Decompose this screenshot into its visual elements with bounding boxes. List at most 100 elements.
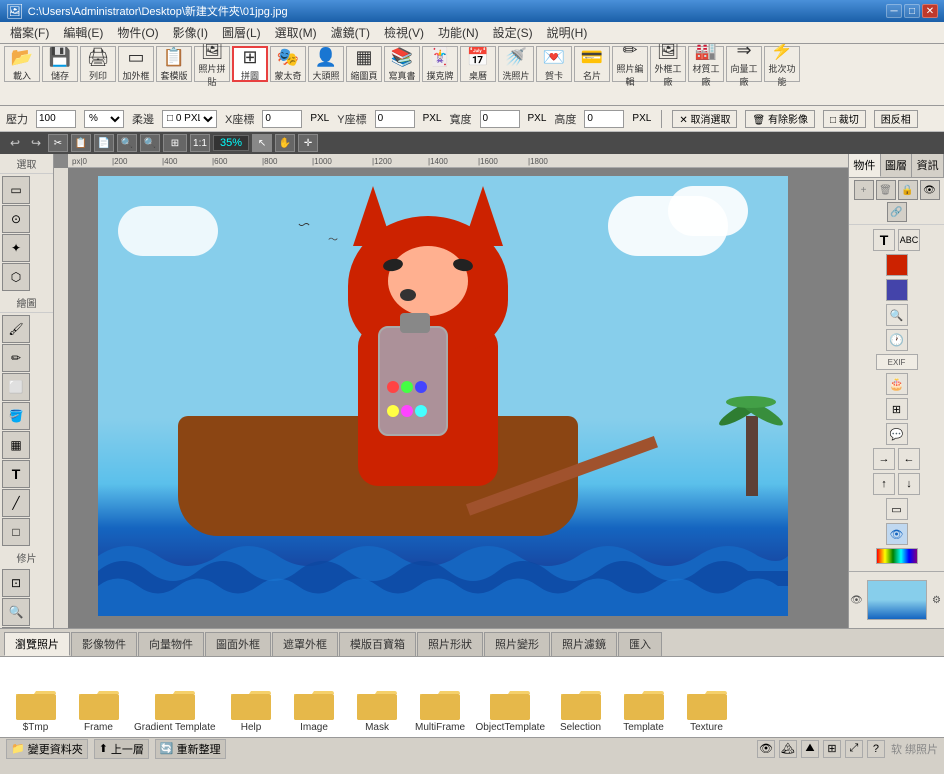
- paste-btn[interactable]: 📄: [94, 134, 114, 152]
- ri-bubble-btn[interactable]: 💬: [886, 423, 908, 445]
- bottom-tab-模版百寶箱[interactable]: 模版百寶箱: [339, 632, 416, 656]
- fit-btn[interactable]: ⊞: [163, 134, 187, 152]
- status-mountain2-btn[interactable]: ⛰: [801, 740, 819, 758]
- ri-abc-btn[interactable]: ABC: [898, 229, 920, 251]
- lasso-tool[interactable]: ⊙: [2, 205, 30, 233]
- folder-ObjectTemplate[interactable]: ObjectTemplate: [476, 686, 545, 733]
- bottom-tab-向量物件[interactable]: 向量物件: [138, 632, 204, 656]
- toolbar-btn-桌曆[interactable]: 📅桌曆: [460, 46, 496, 82]
- toolbar-btn-照片拼貼[interactable]: 🖼照片拼貼: [194, 46, 230, 82]
- height-input[interactable]: [584, 110, 624, 128]
- bottom-tab-照片變形[interactable]: 照片變形: [484, 632, 550, 656]
- folder-$Tmp[interactable]: $Tmp: [8, 686, 63, 733]
- bottom-tab-遮罩外框[interactable]: 遮罩外框: [272, 632, 338, 656]
- menu-item-l[interactable]: 圖層(L): [216, 22, 267, 43]
- brush-tool[interactable]: 🖌: [2, 315, 30, 343]
- toolbar-btn-載入[interactable]: 📂載入: [4, 46, 40, 82]
- toolbar-btn-列印[interactable]: 🖨列印: [80, 46, 116, 82]
- ri-exif-btn[interactable]: EXIF: [876, 354, 918, 370]
- ri-border-btn[interactable]: ▭: [886, 498, 908, 520]
- zoom-out-btn[interactable]: 🔍: [140, 134, 160, 152]
- folder-MultiFrame[interactable]: MultiFrame: [413, 686, 468, 733]
- layer-settings-btn[interactable]: ⚙: [929, 592, 944, 608]
- ri-color-red[interactable]: [886, 254, 908, 276]
- toolbar-btn-材質工廠[interactable]: 🏭材質工廠: [688, 46, 724, 82]
- folder-Help[interactable]: Help: [224, 686, 279, 733]
- ri-arrow-left-btn[interactable]: ←: [898, 448, 920, 470]
- toolbar-btn-儲存[interactable]: 💾儲存: [42, 46, 78, 82]
- ri-grid-btn[interactable]: ⊞: [886, 398, 908, 420]
- menu-item-e[interactable]: 編輯(E): [57, 22, 109, 43]
- pan-tool-btn[interactable]: ✋: [275, 134, 295, 152]
- rt-lock-btn[interactable]: 🔒: [898, 180, 918, 200]
- toolbar-btn-寫真書[interactable]: 📚寫真書: [384, 46, 420, 82]
- bottom-tab-照片形狀[interactable]: 照片形狀: [417, 632, 483, 656]
- toolbar-btn-外框工廠[interactable]: 🖼外框工廠: [650, 46, 686, 82]
- ri-arrow-right-btn[interactable]: →: [873, 448, 895, 470]
- undo-btn[interactable]: ↩: [6, 134, 24, 152]
- ri-color-gradient[interactable]: [876, 548, 918, 564]
- folder-Selection[interactable]: Selection: [553, 686, 608, 733]
- toolbar-btn-加外框[interactable]: ▭加外框: [118, 46, 154, 82]
- crop-tool[interactable]: ⊡: [2, 569, 30, 597]
- canvas-scroll[interactable]: 〜 〜: [68, 168, 848, 628]
- tab-info[interactable]: 資訊: [912, 154, 944, 177]
- cut-btn[interactable]: ✂: [48, 134, 68, 152]
- close-button[interactable]: ✕: [922, 4, 938, 18]
- softness-select[interactable]: □ 0 PXL: [162, 110, 217, 128]
- crosshair-btn[interactable]: ✛: [298, 134, 318, 152]
- tab-layer[interactable]: 圖層: [881, 154, 913, 177]
- actual-size-btn[interactable]: 1:1: [190, 134, 210, 152]
- clear-image-btn[interactable]: 🗑 有除影像: [745, 110, 814, 128]
- menu-item-i[interactable]: 影像(I): [167, 22, 214, 43]
- ri-cake-btn[interactable]: 🎂: [886, 373, 908, 395]
- tab-object[interactable]: 物件: [849, 154, 881, 177]
- ri-eye2-btn[interactable]: 👁: [886, 523, 908, 545]
- toolbar-btn-賀卡[interactable]: 💌賀卡: [536, 46, 572, 82]
- zoom-tool[interactable]: 🔍: [2, 598, 30, 626]
- toolbar-btn-向量工廠[interactable]: ⇒向量工廠: [726, 46, 762, 82]
- ri-text-btn[interactable]: T: [873, 229, 895, 251]
- menu-item-m[interactable]: 選取(M): [269, 22, 323, 43]
- fill-tool[interactable]: 🪣: [2, 402, 30, 430]
- status-mountain-btn[interactable]: 🏔: [779, 740, 797, 758]
- folder-Image[interactable]: Image: [287, 686, 342, 733]
- reorganize-btn[interactable]: 🔄 重新整理: [155, 739, 226, 759]
- redo-btn[interactable]: ↪: [27, 134, 45, 152]
- x-input[interactable]: [262, 110, 302, 128]
- folder-GradientTemplate[interactable]: Gradient Template: [134, 686, 216, 733]
- status-grid-btn[interactable]: ⊞: [823, 740, 841, 758]
- toolbar-btn-名片[interactable]: 💳名片: [574, 46, 610, 82]
- ri-zoom-btn[interactable]: 🔍: [886, 304, 908, 326]
- hand-tool[interactable]: ✋: [2, 627, 30, 628]
- rt-eye-btn[interactable]: 👁: [920, 180, 940, 200]
- up-level-btn[interactable]: ⬆ 上一層: [94, 739, 149, 759]
- crop-btn[interactable]: □ 裁切: [823, 110, 866, 128]
- toolbar-btn-蒙太奇[interactable]: 🎭蒙太奇: [270, 46, 306, 82]
- status-resize-btn[interactable]: ⤢: [845, 740, 863, 758]
- line-tool[interactable]: ╱: [2, 489, 30, 517]
- ri-arrow-down-btn[interactable]: ↓: [898, 473, 920, 495]
- folder-Frame[interactable]: Frame: [71, 686, 126, 733]
- menu-item-n[interactable]: 功能(N): [432, 22, 485, 43]
- rt-add-btn[interactable]: +: [854, 180, 874, 200]
- menu-item-t[interactable]: 濾鏡(T): [325, 22, 376, 43]
- minimize-button[interactable]: ─: [886, 4, 902, 18]
- layer-eye-btn[interactable]: 👁: [849, 592, 865, 608]
- folder-Mask[interactable]: Mask: [350, 686, 405, 733]
- gradient-tool[interactable]: ▦: [2, 431, 30, 459]
- toolbar-btn-洗照片[interactable]: 🚿洗照片: [498, 46, 534, 82]
- status-eye-btn[interactable]: 👁: [757, 740, 775, 758]
- ri-color-blue[interactable]: [886, 279, 908, 301]
- cancel-select-btn[interactable]: ✕ 取消選取: [672, 110, 737, 128]
- menu-item-v[interactable]: 檢視(V): [378, 22, 430, 43]
- bottom-tab-瀏覽照片[interactable]: 瀏覽照片: [4, 632, 70, 656]
- folder-Texture[interactable]: Texture: [679, 686, 734, 733]
- pressure-unit-select[interactable]: %: [84, 110, 124, 128]
- maximize-button[interactable]: □: [904, 4, 920, 18]
- bottom-tab-匯入[interactable]: 匯入: [618, 632, 662, 656]
- menu-item-s[interactable]: 設定(S): [487, 22, 539, 43]
- ri-arrow-up-btn[interactable]: ↑: [873, 473, 895, 495]
- toolbar-btn-大頭照[interactable]: 👤大頭照: [308, 46, 344, 82]
- bottom-tab-照片濾鏡[interactable]: 照片濾鏡: [551, 632, 617, 656]
